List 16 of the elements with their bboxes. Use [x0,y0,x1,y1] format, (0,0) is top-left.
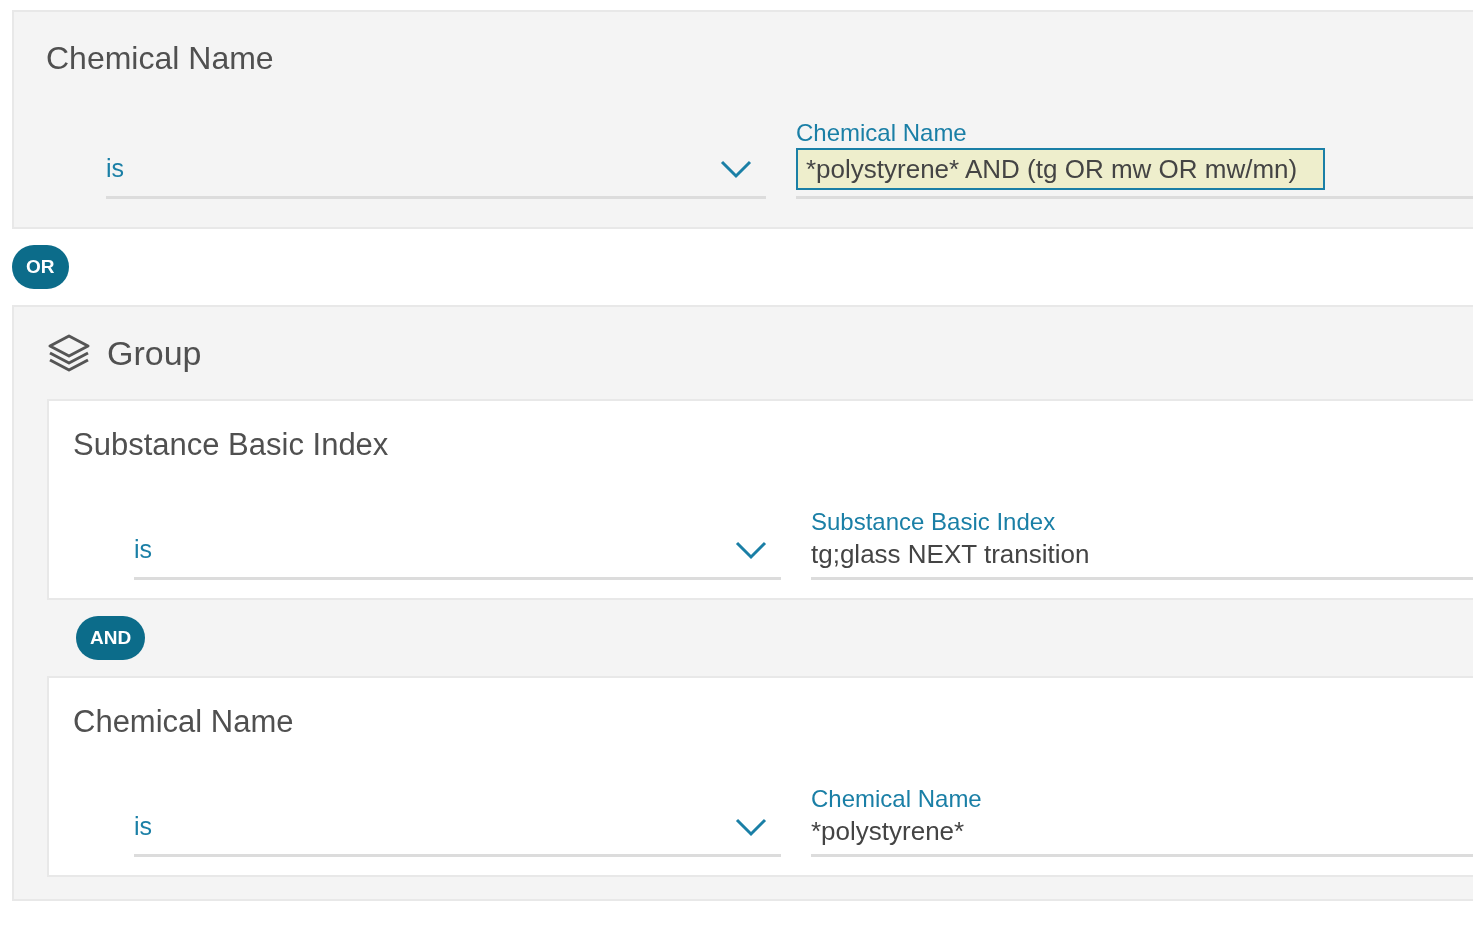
operator-dropdown[interactable]: is [134,532,781,580]
operator-dropdown[interactable]: is [134,809,781,857]
chevron-down-icon [720,158,752,179]
value-field[interactable]: Substance Basic Index tg;glass NEXT transition [811,507,1473,580]
operator-dropdown[interactable]: is [106,151,766,199]
condition-title: Chemical Name [46,39,275,78]
chevron-down-icon [735,539,767,560]
operator-badge[interactable]: AND [76,616,146,660]
chevron-down-icon [735,816,767,837]
value-field[interactable]: Chemical Name *polystyrene* AND (tg OR mw OR mw/mn) [796,118,1473,199]
group-title: Group [107,333,202,373]
value-field[interactable]: Chemical Name *polystyrene* [811,784,1473,857]
condition-title: Chemical Name [73,703,295,741]
condition-title: Substance Basic Index [73,426,390,464]
layers-icon [47,333,91,373]
operator-badge[interactable]: OR [12,245,69,289]
